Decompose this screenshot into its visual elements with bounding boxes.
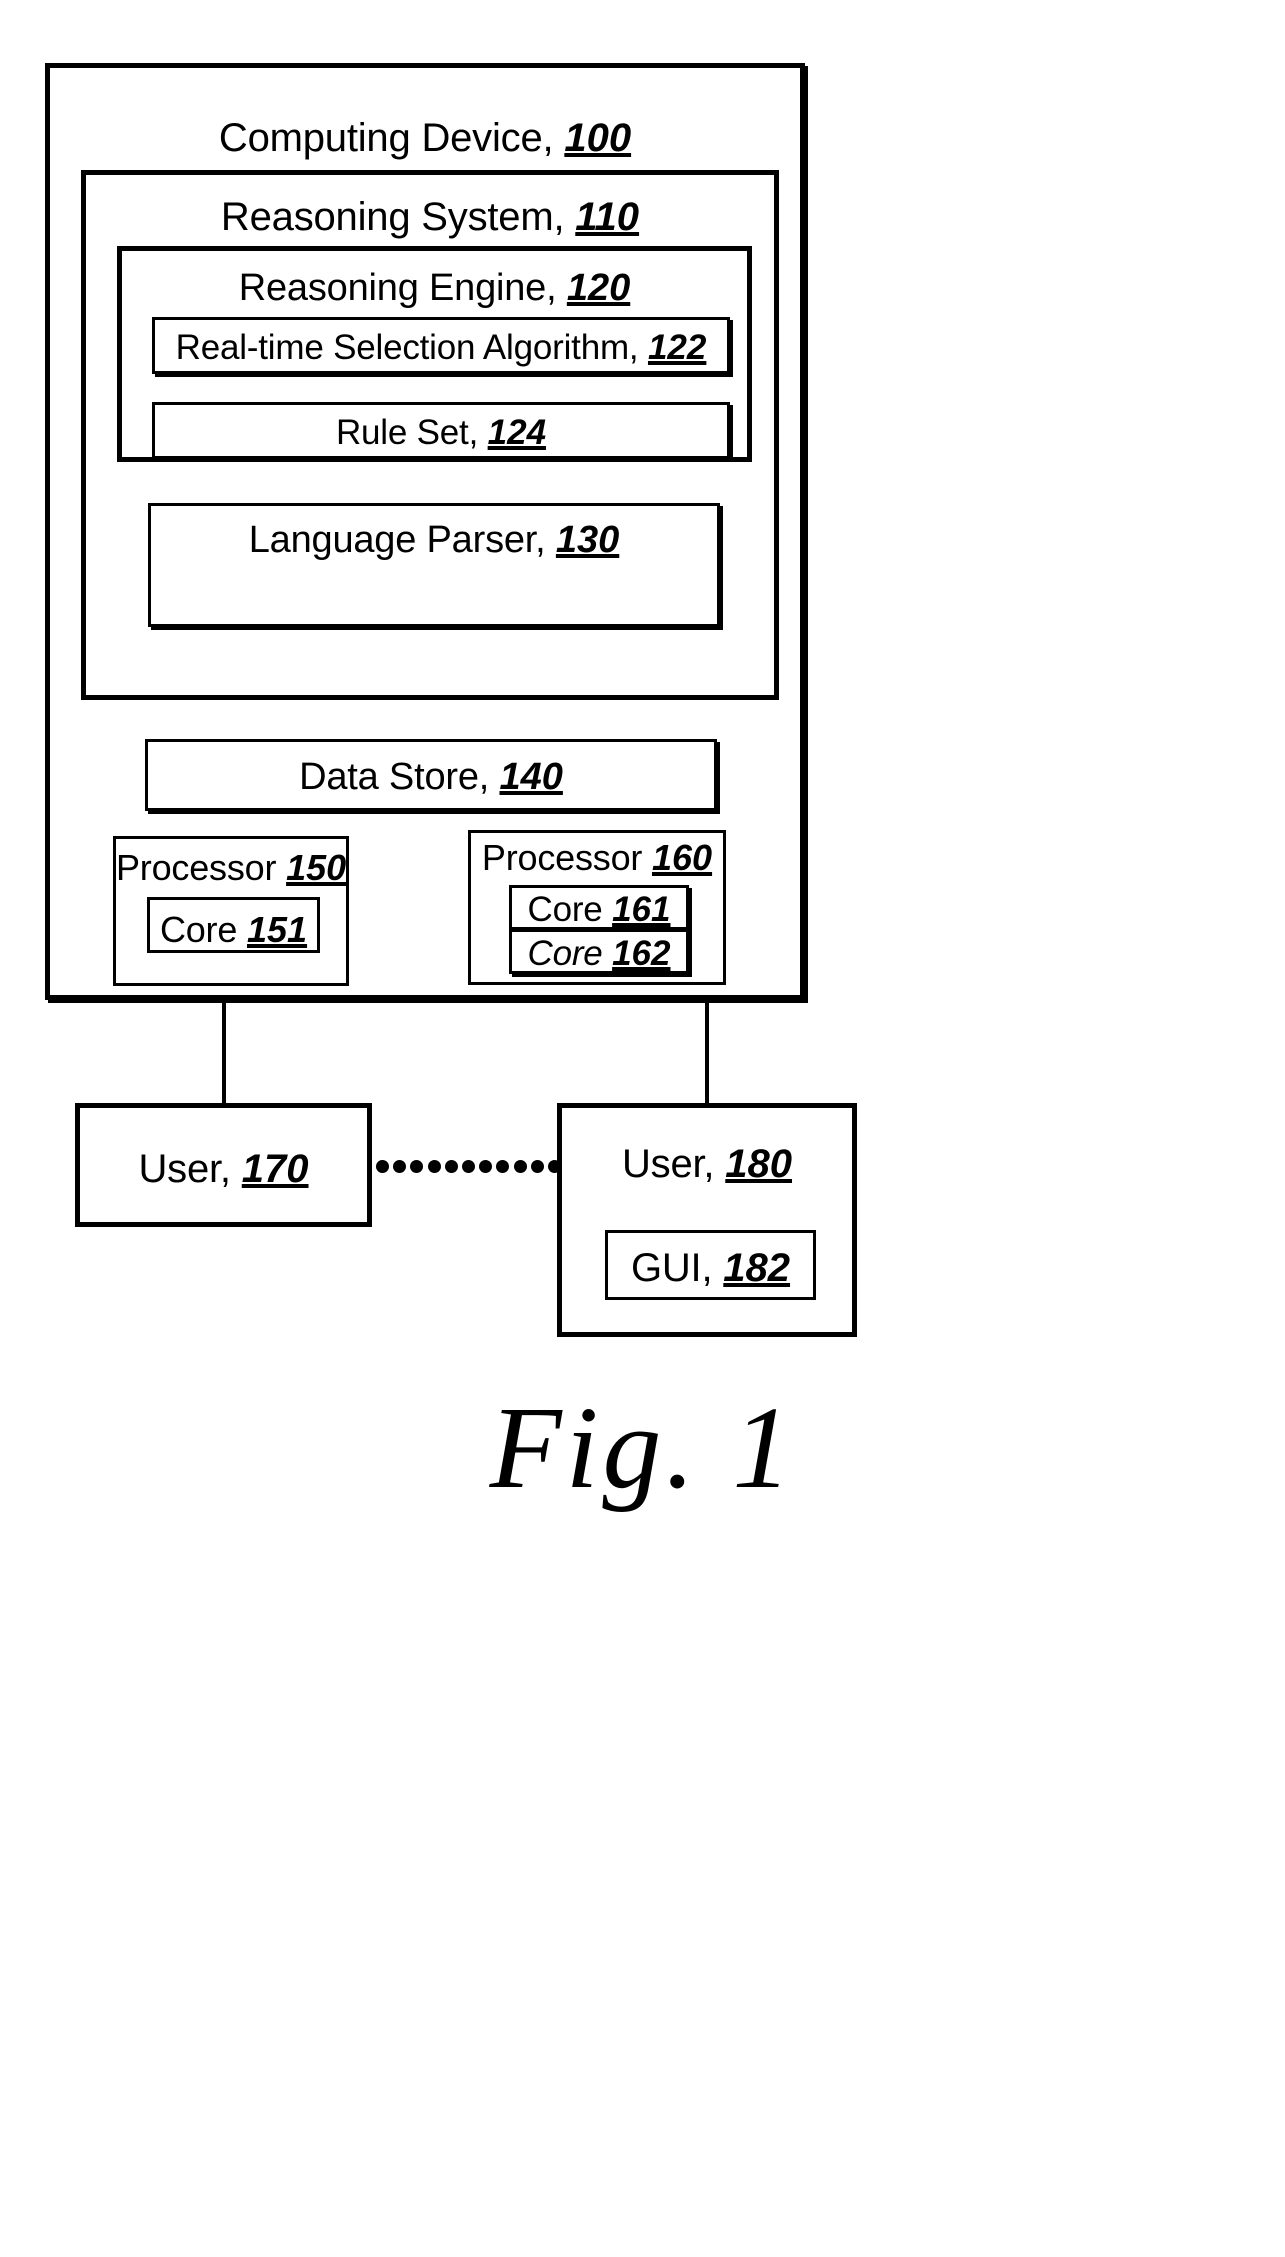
user-170-label: User, 170 (138, 1147, 309, 1191)
real-time-selection-algorithm-block: Real-time Selection Algorithm, 122 (152, 317, 730, 374)
rule-set-block: Rule Set, 124 (152, 402, 730, 459)
user-180-label: User, 180 (621, 1142, 793, 1186)
core-161-ref: 161 (612, 890, 671, 929)
connector-device-to-user-180 (705, 1000, 709, 1103)
connector-dot (530, 1159, 544, 1173)
connector-dot (444, 1159, 458, 1173)
processor-160-block: Processor 160 Core 161 Core 162 (468, 830, 726, 985)
user-180-ref: 180 (725, 1142, 793, 1186)
core-151-block: Core 151 (147, 897, 320, 953)
data-store-ref: 140 (499, 756, 563, 798)
connector-device-to-user-170 (222, 1000, 226, 1103)
processor-150-ref: 150 (286, 847, 347, 888)
connector-dot (410, 1159, 424, 1173)
real-time-selection-algorithm-label: Real-time Selection Algorithm, 122 (175, 328, 707, 367)
core-161-label: Core 161 (527, 890, 671, 929)
connector-dot (479, 1159, 493, 1173)
user-180-block: User, 180 GUI, 182 (557, 1103, 857, 1337)
user-170-ref: 170 (241, 1147, 309, 1191)
connector-dot (376, 1159, 389, 1173)
processor-160-ref: 160 (652, 837, 713, 878)
core-151-ref: 151 (246, 909, 308, 950)
connector-dot (427, 1159, 441, 1173)
core-162-label: Core 162 (527, 934, 671, 973)
gui-182-block: GUI, 182 (605, 1230, 816, 1300)
reasoning-system-ref: 110 (575, 195, 640, 239)
connector-dot (496, 1159, 510, 1173)
computing-device-ref: 100 (564, 116, 632, 160)
rule-set-ref: 124 (487, 413, 547, 452)
rule-set-label: Rule Set, 124 (335, 413, 547, 452)
gui-182-label: GUI, 182 (630, 1246, 791, 1290)
core-162-ref: 162 (612, 934, 671, 973)
processor-150-label: Processor 150 (116, 847, 347, 888)
connector-dot (513, 1159, 527, 1173)
real-time-selection-algorithm-ref: 122 (647, 328, 707, 367)
figure-caption: Fig. 1 (489, 1382, 796, 1513)
reasoning-system-label: Reasoning System, 110 (220, 195, 640, 239)
core-161-block: Core 161 (509, 885, 689, 930)
language-parser-label: Language Parser, 130 (248, 519, 620, 561)
data-store-label: Data Store, 140 (299, 756, 563, 798)
reasoning-engine-block: Reasoning Engine, 120 Real-time Selectio… (117, 246, 752, 462)
processor-160-label: Processor 160 (481, 837, 713, 878)
core-162-block: Core 162 (509, 929, 689, 974)
data-store-block: Data Store, 140 (145, 739, 717, 811)
connector-dot (461, 1159, 475, 1173)
reasoning-system-block: Reasoning System, 110 Reasoning Engine, … (81, 170, 779, 700)
core-151-label: Core 151 (159, 909, 308, 950)
language-parser-ref: 130 (555, 519, 620, 561)
connector-user-170-to-user-180 (376, 1159, 561, 1173)
processor-150-block: Processor 150 Core 151 (113, 836, 349, 986)
computing-device-block: Computing Device, 100 Reasoning System, … (45, 63, 805, 1000)
user-170-block: User, 170 (75, 1103, 372, 1227)
gui-182-ref: 182 (723, 1246, 791, 1290)
reasoning-engine-ref: 120 (566, 267, 631, 309)
reasoning-engine-label: Reasoning Engine, 120 (238, 267, 631, 309)
connector-dot (393, 1159, 407, 1173)
computing-device-label: Computing Device, 100 (218, 116, 632, 160)
language-parser-block: Language Parser, 130 (148, 503, 720, 627)
